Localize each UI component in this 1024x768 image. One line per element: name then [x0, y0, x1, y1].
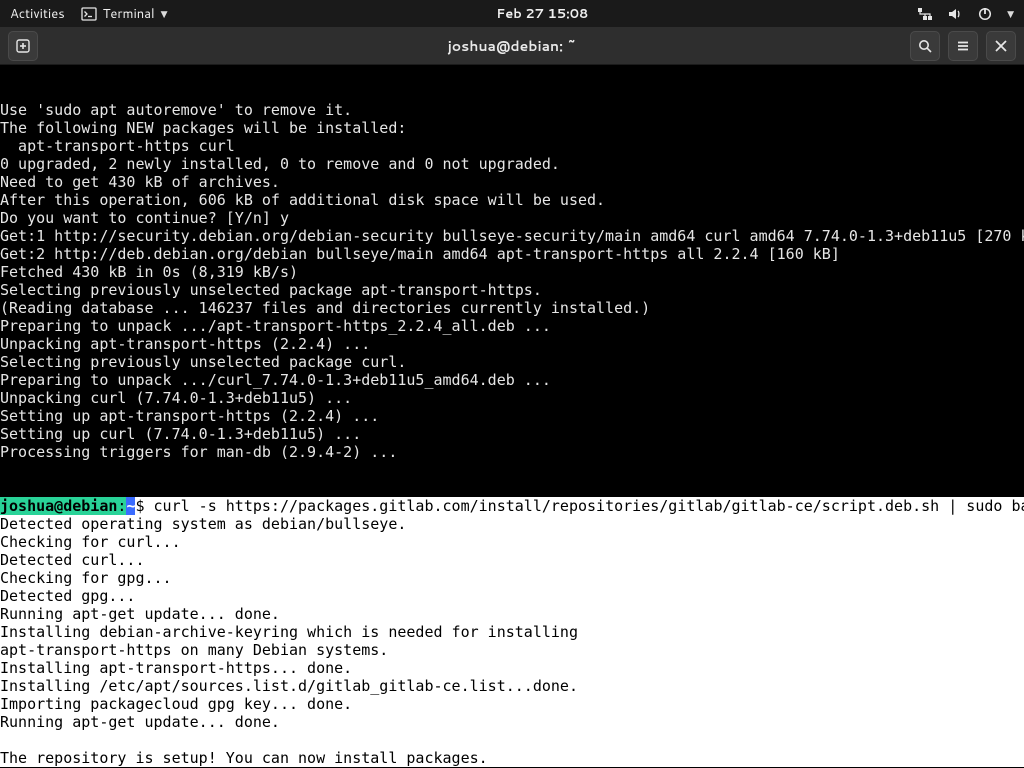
script-output: Detected operating system as debian/bull…: [0, 515, 587, 767]
menu-button[interactable]: [948, 31, 978, 61]
window-title: joshua@debian: ~: [448, 36, 577, 56]
power-icon[interactable]: [977, 6, 993, 22]
prompt-user-host: joshua@debian: [0, 497, 117, 515]
volume-icon[interactable]: [947, 6, 963, 22]
terminal-output-dark: Use 'sudo apt autoremove' to remove it. …: [0, 101, 1024, 461]
activities-label: Activities: [10, 5, 65, 23]
system-menu-chevron-icon[interactable]: ▼: [1007, 7, 1014, 20]
prompt-dollar: $: [135, 497, 153, 515]
network-icon[interactable]: [917, 6, 933, 22]
window-titlebar: joshua@debian: ~: [0, 27, 1024, 65]
terminal-viewport[interactable]: Use 'sudo apt autoremove' to remove it. …: [0, 65, 1024, 768]
app-menu-label: Terminal: [103, 5, 155, 23]
close-button[interactable]: [986, 31, 1016, 61]
chevron-down-icon: ▼: [161, 7, 168, 20]
new-tab-button[interactable]: [8, 31, 38, 61]
prompt-command: curl -s https://packages.gitlab.com/inst…: [154, 497, 1024, 515]
terminal-icon: [81, 6, 97, 22]
gnome-top-panel: Activities Terminal ▼ Feb 27 15:08 ▼: [0, 0, 1024, 27]
terminal-output-light: joshua@debian:~$ curl -s https://package…: [0, 497, 1024, 767]
activities-button[interactable]: Activities: [10, 5, 65, 23]
clock[interactable]: Feb 27 15:08: [496, 5, 588, 23]
search-button[interactable]: [910, 31, 940, 61]
app-menu[interactable]: Terminal ▼: [81, 5, 168, 23]
